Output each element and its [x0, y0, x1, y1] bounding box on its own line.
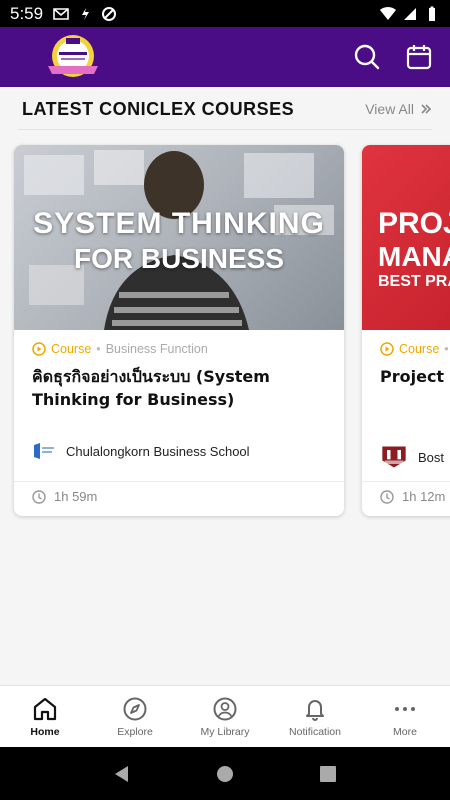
nav-label[interactable]: Explore: [117, 726, 153, 738]
home-button-icon[interactable]: [215, 764, 235, 784]
more-icon[interactable]: [392, 696, 418, 722]
course-meta: Course • Business Function: [32, 342, 208, 356]
bottom-nav: Home Explore My Library Notification Mor…: [0, 685, 450, 747]
battery-icon: [429, 6, 435, 21]
thumbnail-title-line1: SYSTEM THINKING: [33, 207, 325, 240]
provider-name: Bost: [418, 449, 445, 465]
course-type: Course: [399, 342, 440, 356]
clock-icon: [380, 489, 394, 504]
course-provider: Bost: [380, 441, 444, 473]
double-chevron-right-icon[interactable]: [420, 103, 432, 115]
duration-text: 1h 12m: [402, 489, 446, 504]
nav-item-more[interactable]: More: [360, 686, 450, 747]
view-all-label[interactable]: View All: [365, 101, 414, 117]
course-category: Business Function: [105, 342, 208, 356]
thumbnail-title-line3: BEST PRA: [378, 273, 450, 290]
course-thumbnail[interactable]: SYSTEM THINKING FOR BUSINESS: [14, 145, 344, 330]
course-provider: Chulalongkorn Business School: [32, 441, 250, 461]
thumbnail-title-line1: PROJ: [378, 207, 450, 240]
nav-label[interactable]: More: [393, 726, 417, 738]
bell-icon[interactable]: [302, 696, 328, 722]
course-title[interactable]: คิดธุรกิจอย่างเป็นระบบ (System Thinking …: [32, 365, 328, 411]
compass-icon[interactable]: [122, 696, 148, 722]
nav-label[interactable]: Home: [30, 726, 59, 738]
course-duration: 1h 59m: [32, 489, 97, 504]
system-nav-bar: [0, 747, 450, 800]
course-title[interactable]: Project M: [380, 365, 450, 388]
duration-text: 1h 59m: [54, 489, 98, 504]
card-divider: [362, 481, 450, 482]
wifi-icon: [380, 6, 396, 20]
calendar-icon[interactable]: [406, 44, 432, 70]
user-circle-icon[interactable]: [212, 696, 238, 722]
meta-separator: •: [444, 342, 449, 356]
nav-label[interactable]: Notification: [289, 726, 341, 738]
course-card[interactable]: SYSTEM THINKING FOR BUSINESS Course • Bu…: [14, 145, 344, 516]
signal-icon: [404, 7, 416, 20]
divider: [18, 129, 432, 130]
course-card[interactable]: PROJ MANA BEST PRA Course • Project M Bo…: [362, 145, 450, 516]
nav-item-home[interactable]: Home: [0, 686, 90, 747]
nav-item-my-library[interactable]: My Library: [180, 686, 270, 747]
nav-item-explore[interactable]: Explore: [90, 686, 180, 747]
meta-separator: •: [96, 342, 101, 356]
status-bar: 5:59: [0, 0, 450, 27]
section-header: LATEST CONICLEX COURSES View All: [22, 93, 432, 125]
view-all-link[interactable]: View All: [365, 101, 432, 117]
app-bar: [0, 27, 450, 87]
chulalongkorn-logo-icon: [34, 443, 54, 459]
thumbnail-title-line2: MANA: [378, 241, 450, 272]
leadership-logo-icon[interactable]: [44, 32, 102, 82]
card-divider: [14, 481, 344, 482]
course-meta: Course •: [380, 342, 449, 356]
sync-icon: [82, 7, 90, 20]
nav-item-notification[interactable]: Notification: [270, 686, 360, 747]
thumbnail-title-line2: FOR BUSINESS: [73, 243, 285, 274]
nav-label[interactable]: My Library: [200, 726, 249, 738]
course-thumbnail[interactable]: PROJ MANA BEST PRA: [362, 145, 450, 330]
search-icon[interactable]: [354, 44, 380, 70]
play-circle-icon: [32, 342, 46, 356]
home-icon[interactable]: [32, 696, 58, 722]
clock-icon: [32, 489, 46, 504]
main-content[interactable]: LATEST CONICLEX COURSES View All SYSTEM …: [0, 87, 450, 685]
dnd-icon: [102, 6, 117, 21]
play-circle-icon: [380, 342, 394, 356]
boston-logo-icon: [382, 446, 406, 468]
back-icon[interactable]: [112, 764, 132, 784]
course-type: Course: [51, 342, 92, 356]
provider-name: Chulalongkorn Business School: [66, 443, 250, 459]
recents-icon[interactable]: [318, 764, 338, 784]
course-duration: 1h 12m: [380, 489, 445, 504]
status-time: 5:59: [10, 3, 44, 23]
gmail-icon: [53, 7, 69, 20]
section-title: LATEST CONICLEX COURSES: [22, 98, 295, 119]
